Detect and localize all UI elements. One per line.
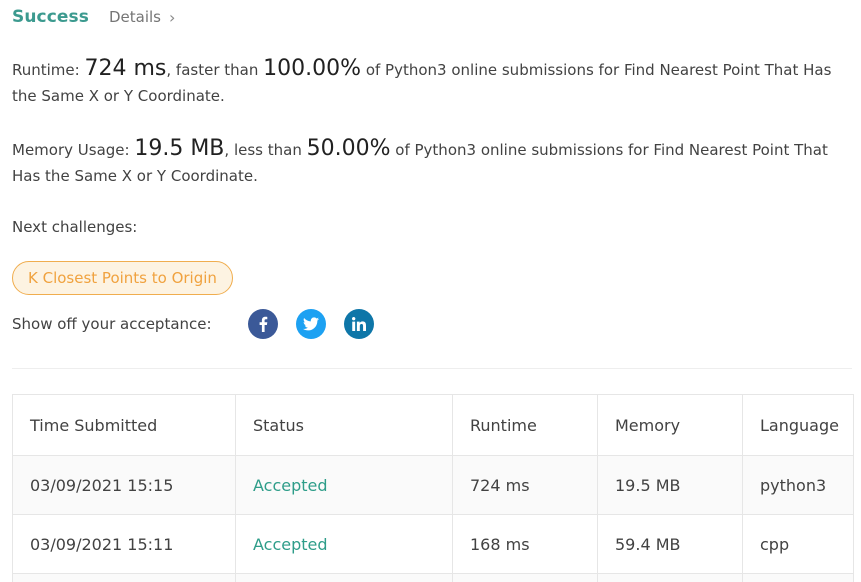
status-link[interactable]: Accepted bbox=[236, 515, 453, 573]
next-challenge-chip[interactable]: K Closest Points to Origin bbox=[12, 261, 233, 295]
next-challenges-label: Next challenges: bbox=[12, 218, 138, 236]
memory-cell: 19.5 MB bbox=[598, 456, 743, 514]
memory-summary: Memory Usage: 19.5 MB, less than 50.00% … bbox=[12, 136, 852, 189]
runtime-cell: 724 ms bbox=[453, 456, 598, 514]
memory-percent: 50.00% bbox=[306, 136, 391, 161]
runtime-mid: , faster than bbox=[166, 61, 259, 79]
language-cell: cpp bbox=[760, 534, 790, 554]
col-memory: Memory bbox=[598, 395, 743, 455]
twitter-share-button[interactable] bbox=[296, 309, 326, 339]
col-status: Status bbox=[236, 395, 453, 455]
runtime-cell bbox=[453, 574, 598, 582]
linkedin-share-button[interactable] bbox=[344, 309, 374, 339]
runtime-cell: 168 ms bbox=[453, 515, 598, 573]
memory-cell bbox=[598, 574, 743, 582]
table-header-row: Time Submitted Status Runtime Memory Lan… bbox=[13, 395, 853, 456]
status-cell bbox=[236, 574, 453, 582]
time-submitted-cell bbox=[13, 574, 236, 582]
chevron-right-icon: › bbox=[168, 7, 176, 27]
submissions-table: Time Submitted Status Runtime Memory Lan… bbox=[12, 394, 854, 582]
col-runtime: Runtime bbox=[453, 395, 598, 455]
runtime-summary: Runtime: 724 ms, faster than 100.00% of … bbox=[12, 56, 852, 109]
language-cell: python3 bbox=[760, 475, 827, 495]
runtime-label: Runtime: bbox=[12, 61, 80, 79]
result-header: Success Details › bbox=[12, 5, 175, 29]
runtime-value: 724 ms bbox=[84, 56, 167, 81]
submission-result-page: Success Details › Runtime: 724 ms, faste… bbox=[0, 0, 861, 582]
table-row: 03/09/2021 15:11 Accepted 168 ms 59.4 MB… bbox=[13, 515, 853, 574]
time-submitted-cell: 03/09/2021 15:11 bbox=[13, 515, 236, 573]
col-language: Language bbox=[760, 415, 839, 435]
details-link-label: Details bbox=[108, 8, 161, 26]
details-link[interactable]: Details › bbox=[109, 8, 175, 27]
success-status: Success bbox=[12, 7, 89, 27]
share-label: Show off your acceptance: bbox=[12, 315, 212, 333]
table-row: 03/09/2021 15:15 Accepted 724 ms 19.5 MB… bbox=[13, 456, 853, 515]
memory-value: 19.5 MB bbox=[134, 136, 225, 161]
memory-mid: , less than bbox=[224, 141, 302, 159]
facebook-icon bbox=[259, 316, 268, 332]
memory-cell: 59.4 MB bbox=[598, 515, 743, 573]
time-submitted-cell: 03/09/2021 15:15 bbox=[13, 456, 236, 514]
status-link[interactable]: Accepted bbox=[236, 456, 453, 514]
twitter-icon bbox=[303, 317, 319, 331]
linkedin-icon bbox=[352, 317, 366, 331]
language-cell bbox=[743, 574, 853, 582]
table-row-partial bbox=[13, 574, 853, 582]
col-time-submitted: Time Submitted bbox=[13, 395, 236, 455]
facebook-share-button[interactable] bbox=[248, 309, 278, 339]
section-divider bbox=[12, 368, 852, 369]
memory-label: Memory Usage: bbox=[12, 141, 130, 159]
runtime-percent: 100.00% bbox=[263, 56, 362, 81]
